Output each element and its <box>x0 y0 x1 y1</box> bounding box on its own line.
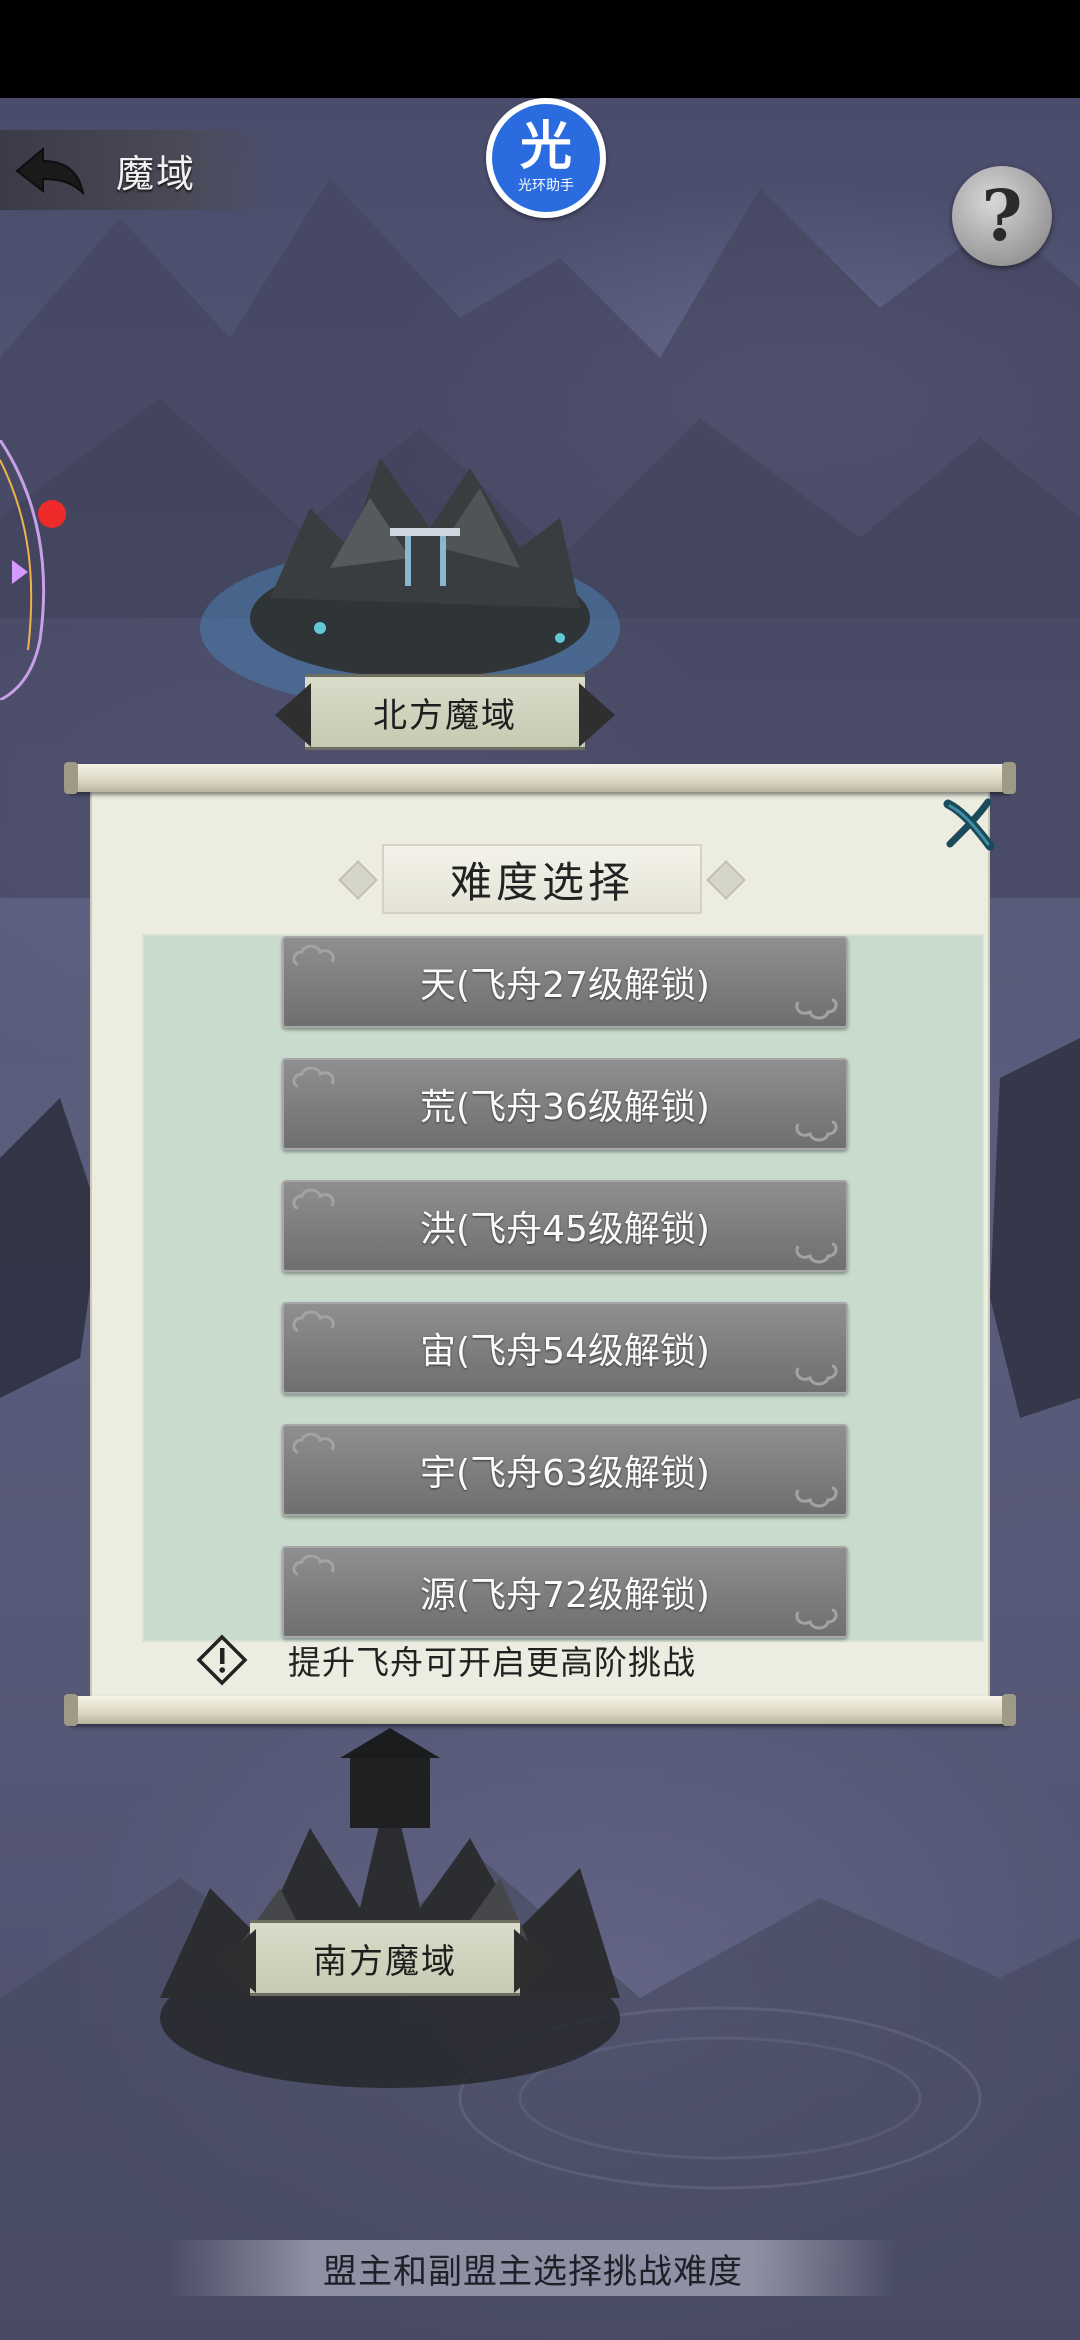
cloud-ornament-icon <box>795 1120 838 1142</box>
footer-tip-text: 盟主和副盟主选择挑战难度 <box>323 2251 743 2292</box>
south-region-label[interactable]: 南方魔域 <box>220 1920 550 1996</box>
difficulty-option-label: 天(飞舟27级解锁) <box>420 965 710 1006</box>
cloud-ornament-icon <box>292 1432 335 1454</box>
halo-assistant-button[interactable]: 光 光环助手 <box>486 98 606 218</box>
cloud-ornament-icon <box>292 944 335 966</box>
difficulty-option-huang[interactable]: 荒(飞舟36级解锁) <box>282 1058 848 1150</box>
rod-knob <box>64 1694 78 1726</box>
cloud-ornament-icon <box>292 1066 335 1088</box>
scroll-rod-top <box>64 762 1016 794</box>
south-region-name: 南方魔域 <box>313 1941 457 1982</box>
difficulty-option-label: 洪(飞舟45级解锁) <box>420 1209 710 1250</box>
difficulty-option-zhou[interactable]: 宙(飞舟54级解锁) <box>282 1302 848 1394</box>
cloud-ornament-icon <box>795 1242 838 1264</box>
side-drawer-tab[interactable] <box>0 440 60 700</box>
close-button[interactable] <box>938 794 998 854</box>
hint-row: 提升飞舟可开启更高阶挑战 <box>196 1632 696 1688</box>
difficulty-option-label: 宇(飞舟63级解锁) <box>420 1453 710 1494</box>
north-region-label[interactable]: 北方魔域 <box>275 674 615 750</box>
footer-tip: 盟主和副盟主选择挑战难度 <box>168 2240 898 2296</box>
back-button[interactable]: 魔域 <box>0 130 270 210</box>
rod-knob <box>1002 762 1016 794</box>
cloud-ornament-icon <box>292 1554 335 1576</box>
hint-text: 提升飞舟可开启更高阶挑战 <box>288 1643 696 1682</box>
rod-knob <box>1002 1694 1016 1726</box>
north-region-name: 北方魔域 <box>373 695 517 736</box>
cloud-ornament-icon <box>795 1608 838 1630</box>
status-bar <box>0 0 1080 98</box>
difficulty-option-yu[interactable]: 宇(飞舟63级解锁) <box>282 1424 848 1516</box>
rod-knob <box>64 762 78 794</box>
halo-logo-glyph: 光 <box>519 117 572 177</box>
difficulty-option-hong[interactable]: 洪(飞舟45级解锁) <box>282 1180 848 1272</box>
difficulty-option-yuan[interactable]: 源(飞舟72级解锁) <box>282 1546 848 1638</box>
notification-dot <box>38 500 66 528</box>
cloud-ornament-icon <box>292 1188 335 1210</box>
difficulty-option-tian[interactable]: 天(飞舟27级解锁) <box>282 936 848 1028</box>
cloud-ornament-icon <box>795 998 838 1020</box>
cloud-ornament-icon <box>795 1364 838 1386</box>
dialog-title-plate: 难度选择 <box>338 844 746 914</box>
cloud-ornament-icon <box>795 1486 838 1508</box>
back-arrow-icon <box>10 140 90 200</box>
cloud-ornament-icon <box>292 1310 335 1332</box>
dialog-title: 难度选择 <box>449 857 634 907</box>
warning-icon <box>196 1634 248 1686</box>
difficulty-option-label: 宙(飞舟54级解锁) <box>420 1331 710 1372</box>
diamond-ornament <box>338 860 378 900</box>
help-button[interactable]: ? <box>952 166 1052 266</box>
diamond-ornament <box>706 860 746 900</box>
close-icon <box>943 798 995 851</box>
dialog-paper: 难度选择 天(飞舟27级解锁) 荒(飞舟36级解锁) 洪(飞舟45级解锁) 宙(… <box>90 788 990 1700</box>
difficulty-dialog: 难度选择 天(飞舟27级解锁) 荒(飞舟36级解锁) 洪(飞舟45级解锁) 宙(… <box>64 762 1016 1726</box>
south-island-artwork[interactable] <box>120 1718 660 2098</box>
halo-logo-text: 光环助手 <box>518 178 574 194</box>
question-mark-icon: ? <box>981 174 1023 257</box>
difficulty-option-label: 荒(飞舟36级解锁) <box>420 1087 710 1128</box>
halo-badge-inner: 光 光环助手 <box>492 104 600 212</box>
scroll-rod-bottom <box>64 1694 1016 1726</box>
difficulty-option-label: 源(飞舟72级解锁) <box>420 1575 710 1616</box>
difficulty-options-panel: 天(飞舟27级解锁) 荒(飞舟36级解锁) 洪(飞舟45级解锁) 宙(飞舟54级… <box>142 934 984 1642</box>
screen-title: 魔域 <box>116 151 197 196</box>
